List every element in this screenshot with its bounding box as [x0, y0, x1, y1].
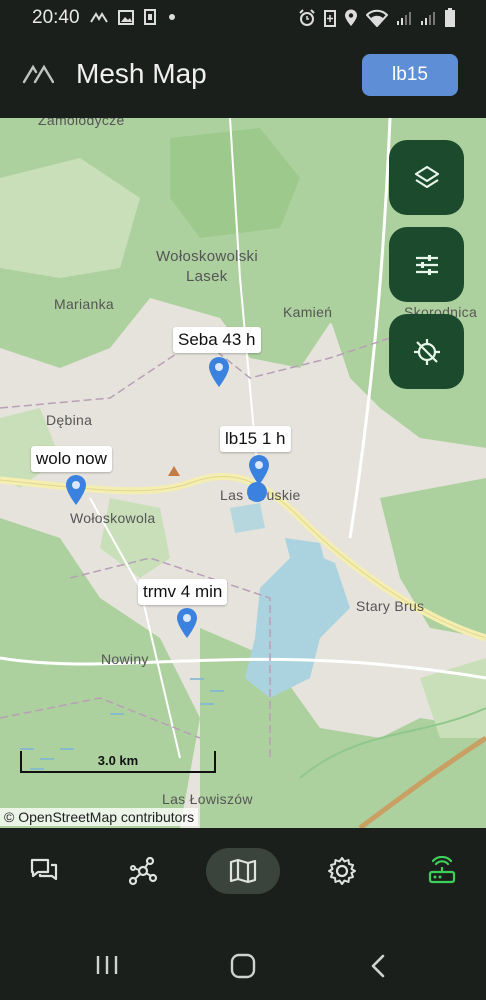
- messages-icon: [30, 858, 58, 881]
- node-label: lb15 1 h: [220, 426, 291, 452]
- scale-label: 3.0 km: [97, 753, 139, 768]
- nodes-icon: [128, 856, 158, 886]
- bottom-nav: [0, 828, 486, 924]
- place-name: Lasek: [186, 268, 228, 285]
- my-location-icon: [247, 482, 267, 502]
- nav-map[interactable]: [206, 848, 280, 894]
- nav-messages[interactable]: [7, 848, 81, 894]
- place-name: Wołoskowolski: [156, 248, 258, 265]
- node-pin-icon[interactable]: [64, 474, 88, 506]
- node-button[interactable]: lb15: [362, 54, 458, 96]
- layers-button[interactable]: [389, 140, 464, 215]
- map-icon: [229, 858, 257, 884]
- status-bar: 20:40: [0, 0, 486, 36]
- alarm-icon: [299, 9, 315, 26]
- place-name: Dębina: [46, 412, 93, 428]
- layers-icon: [414, 165, 439, 188]
- place-name: Nowiny: [101, 651, 149, 667]
- tune-icon: [415, 254, 438, 275]
- nav-connection[interactable]: [405, 848, 479, 894]
- mesh-logo-icon: [22, 64, 54, 84]
- settings-icon: [328, 857, 356, 885]
- status-time: 20:40: [32, 7, 80, 28]
- signal-icon: [421, 12, 435, 25]
- page-title: Mesh Map: [76, 58, 207, 89]
- node-label: Seba 43 h: [173, 327, 261, 353]
- dot-icon: [169, 14, 175, 20]
- battery-icon: [445, 8, 455, 27]
- place-name: Las Łowiszów: [162, 791, 253, 807]
- node-label: trmv 4 min: [138, 579, 228, 605]
- sim-icon: [144, 9, 156, 25]
- nav-settings[interactable]: [305, 848, 379, 894]
- signal-icon: [397, 12, 411, 25]
- map-view[interactable]: Zamolodycze Wołoskowolski Lasek Marianka…: [0, 118, 486, 828]
- node-pin-icon[interactable]: [207, 356, 231, 388]
- place-name: Wołoskowola: [70, 510, 156, 526]
- nav-nodes[interactable]: [106, 848, 180, 894]
- app-bar: Mesh Map lb15: [0, 36, 486, 118]
- filter-button[interactable]: [389, 227, 464, 302]
- place-name: Stary Brus: [356, 598, 425, 614]
- place-name: Marianka: [54, 296, 114, 312]
- location-icon: [345, 9, 357, 26]
- connection-icon: [428, 856, 456, 884]
- scale-bar: 3.0 km: [20, 751, 216, 773]
- image-icon: [118, 9, 134, 25]
- place-name: Zamolodycze: [38, 118, 125, 128]
- map-attribution[interactable]: © OpenStreetMap contributors: [0, 808, 199, 826]
- map-tiles: [0, 118, 486, 828]
- node-pin-icon[interactable]: [175, 607, 199, 639]
- system-nav-bar: [0, 924, 486, 1000]
- node-label: wolo now: [31, 446, 112, 472]
- place-name: Kamień: [283, 304, 333, 320]
- wifi-icon: [366, 9, 388, 27]
- recents-icon[interactable]: [94, 954, 120, 976]
- location-toggle-button[interactable]: [389, 314, 464, 389]
- back-icon[interactable]: [368, 953, 388, 979]
- location-disabled-icon: [413, 338, 440, 365]
- cast-icon: [90, 12, 108, 23]
- home-icon[interactable]: [229, 953, 257, 979]
- battery-saver-icon: [324, 10, 336, 27]
